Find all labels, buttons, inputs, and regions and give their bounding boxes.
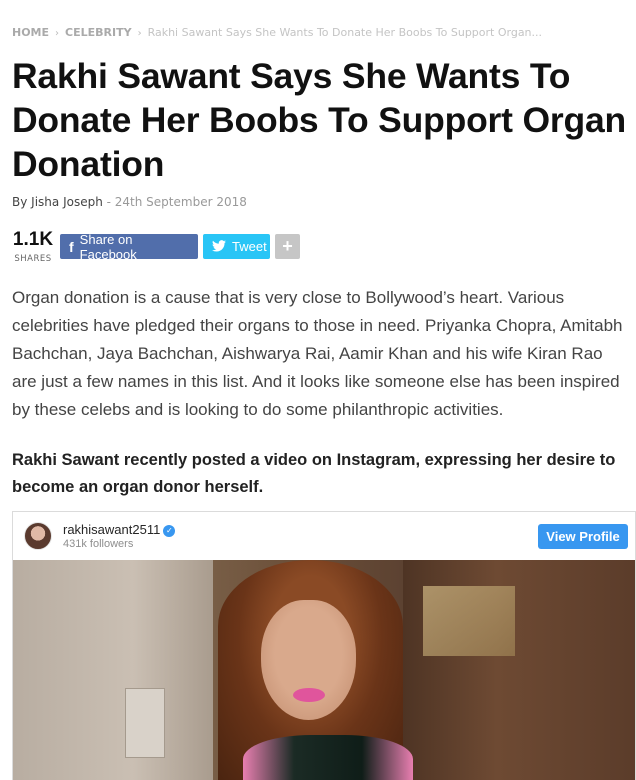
avatar[interactable] [24, 522, 52, 550]
photo-plaque [423, 586, 515, 656]
breadcrumb-separator-icon: › [55, 28, 60, 39]
share-count-label: SHARES [14, 254, 52, 264]
article-lead: Rakhi Sawant recently posted a video on … [12, 451, 616, 496]
instagram-embed: rakhisawant2511 ✓ 431k followers View Pro… [12, 511, 636, 780]
twitter-icon [212, 239, 226, 255]
byline-prefix: By [12, 195, 28, 209]
article-title: Rakhi Sawant Says She Wants To Donate He… [12, 56, 626, 184]
share-facebook-button[interactable]: f Share on Facebook [60, 231, 198, 262]
photo-dress [243, 735, 413, 780]
breadcrumb-home[interactable]: HOME [12, 26, 49, 39]
plus-icon: + [282, 236, 293, 256]
photo-lips [293, 688, 325, 702]
photo-wall [13, 560, 213, 780]
breadcrumb: HOME › CELEBRITY › Rakhi Sawant Says She Wan… [12, 26, 542, 39]
share-twitter-label: Tweet [232, 239, 267, 254]
photo-switch [125, 688, 165, 758]
share-count: 1.1K SHARES [12, 229, 54, 265]
breadcrumb-category[interactable]: CELEBRITY [65, 26, 132, 39]
share-facebook-label: Share on Facebook [79, 231, 137, 262]
share-count-value: 1.1K [12, 229, 54, 250]
photo-face [261, 600, 356, 720]
byline: By Jisha Joseph - 24th September 2018 [12, 195, 247, 209]
author-link[interactable]: Jisha Joseph [31, 195, 103, 209]
publish-date: - 24th September 2018 [106, 195, 247, 209]
verified-badge-icon: ✓ [163, 525, 176, 537]
instagram-username-row[interactable]: rakhisawant2511 ✓ [63, 522, 176, 537]
view-profile-button[interactable]: View Profile [538, 524, 628, 549]
breadcrumb-current: Rakhi Sawant Says She Wants To Donate He… [147, 26, 543, 39]
instagram-photo[interactable] [13, 560, 635, 780]
share-twitter-button[interactable]: Tweet [203, 234, 270, 259]
share-more-button[interactable]: + [275, 234, 300, 259]
instagram-followers: 431k followers [63, 538, 134, 550]
facebook-icon: f [69, 238, 74, 255]
instagram-username[interactable]: rakhisawant2511 [63, 522, 160, 537]
article-body: Organ donation is a cause that is very c… [12, 288, 623, 419]
instagram-header: rakhisawant2511 ✓ 431k followers View Pro… [13, 512, 635, 560]
breadcrumb-separator-icon: › [137, 28, 142, 39]
